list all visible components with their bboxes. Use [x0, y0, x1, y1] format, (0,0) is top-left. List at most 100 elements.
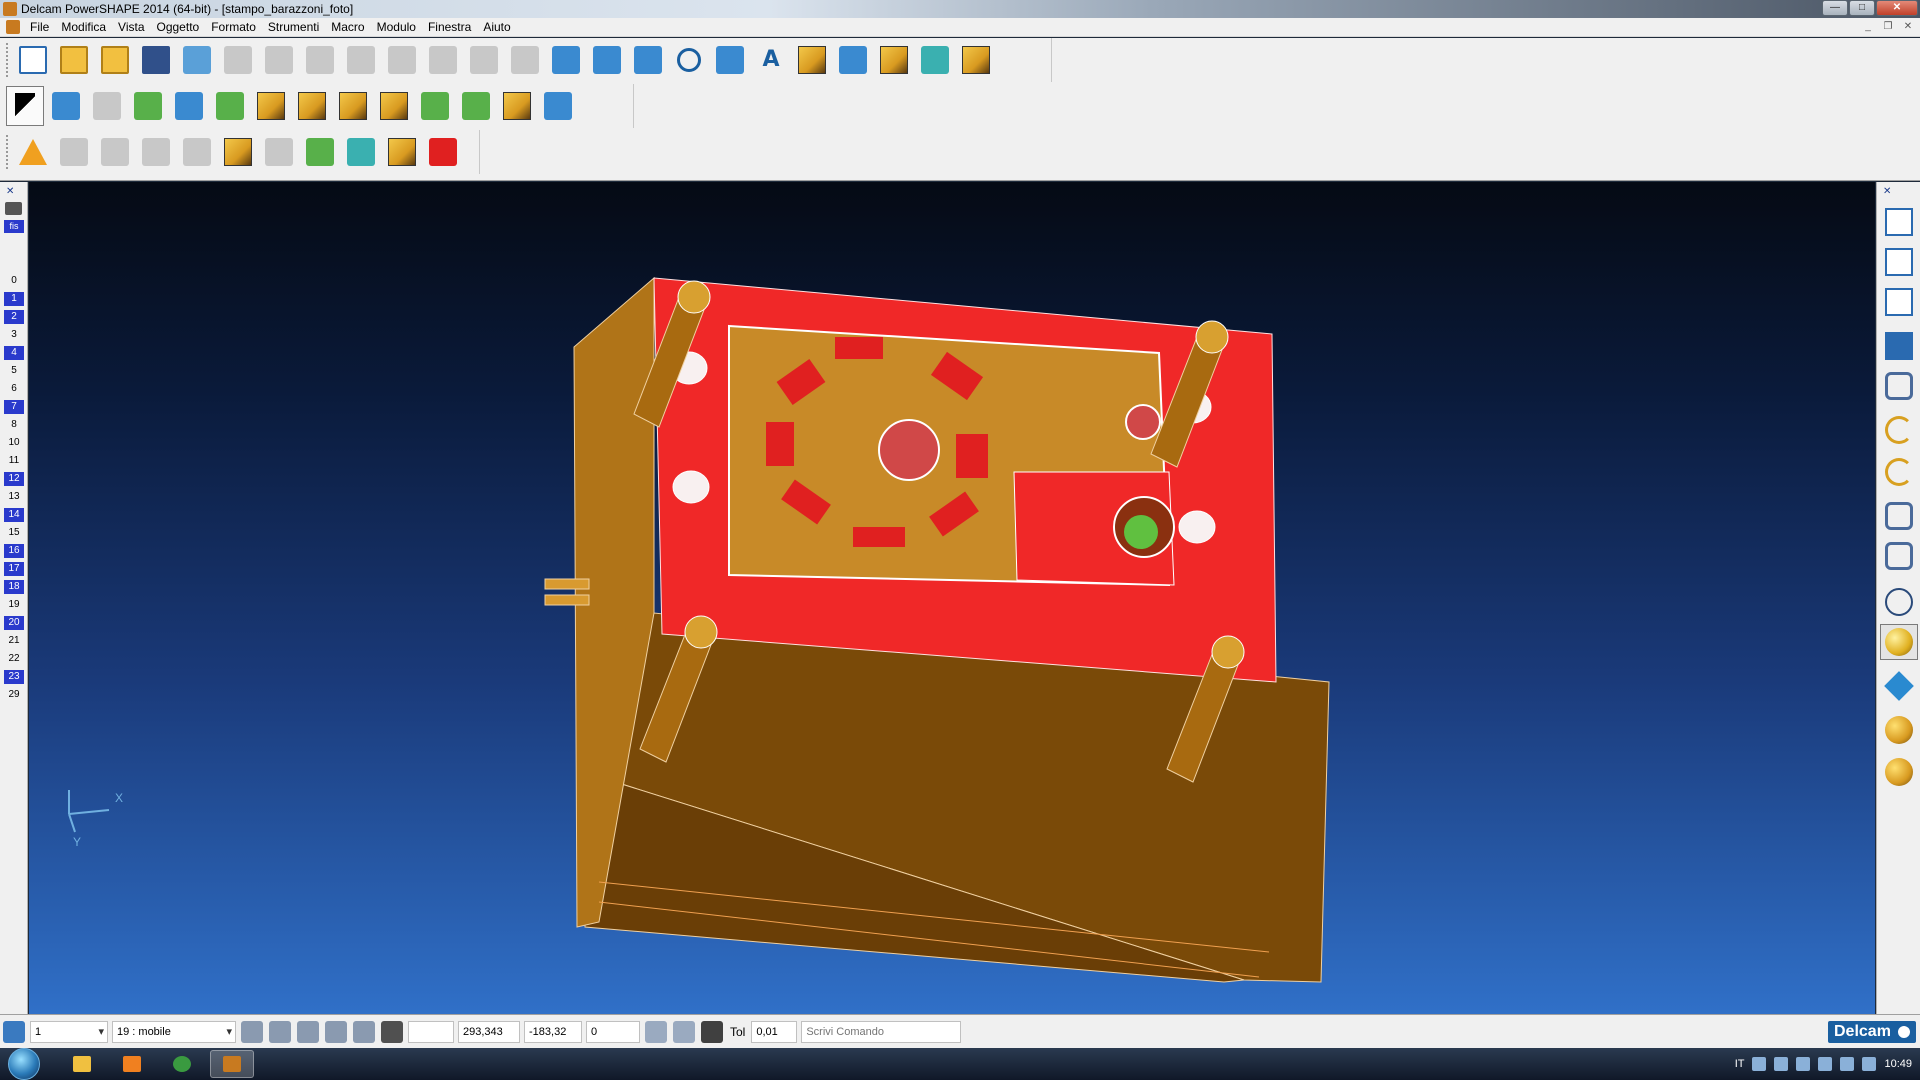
tool1-button[interactable]	[55, 132, 93, 172]
text-button[interactable]: A	[752, 40, 790, 80]
copy-button[interactable]	[260, 40, 298, 80]
wireframe-button[interactable]	[547, 40, 585, 80]
position-icon[interactable]	[673, 1020, 695, 1043]
tool8-button[interactable]	[342, 132, 380, 172]
layer-props-icon[interactable]	[325, 1020, 347, 1043]
layer-item[interactable]: 3	[3, 328, 25, 346]
layer-item[interactable]: 22	[3, 652, 25, 670]
skype-icon[interactable]	[1796, 1057, 1811, 1071]
warning-button[interactable]	[14, 132, 52, 172]
viewbar-close-icon[interactable]: ✕	[1883, 186, 1891, 197]
wireframe-view-button[interactable]	[1880, 584, 1918, 620]
open-button[interactable]	[55, 40, 93, 80]
layer-item[interactable]: 4	[3, 346, 25, 364]
tolerance-icon[interactable]	[701, 1020, 723, 1043]
clock[interactable]: 10:49	[1884, 1058, 1912, 1070]
task-media[interactable]	[110, 1050, 154, 1078]
task-explorer[interactable]	[60, 1050, 104, 1078]
solid3-button[interactable]	[334, 86, 372, 126]
layer-item[interactable]: 15	[3, 526, 25, 544]
layer-tool-icon[interactable]	[5, 202, 22, 215]
view-iso2-button[interactable]	[1880, 244, 1918, 280]
coord-x-field[interactable]: 293,343	[458, 1020, 520, 1043]
layer-item[interactable]: 16	[3, 544, 25, 562]
layer-lock-icon[interactable]	[269, 1020, 291, 1043]
flag-icon[interactable]	[1818, 1057, 1833, 1071]
view-rotate-button[interactable]	[1880, 454, 1918, 490]
coord-y-field[interactable]: -183,32	[524, 1020, 582, 1043]
draw-button[interactable]	[506, 40, 544, 80]
feature-button[interactable]	[875, 40, 913, 80]
solid4-button[interactable]	[375, 86, 413, 126]
tool5-button[interactable]	[219, 132, 257, 172]
layer-item[interactable]: 5	[3, 364, 25, 382]
dimension-button[interactable]	[129, 86, 167, 126]
shaded-view-button[interactable]	[1880, 624, 1918, 660]
level-select[interactable]: 19 : mobile	[112, 1020, 236, 1043]
doc-restore-button[interactable]: ❐	[1880, 20, 1896, 34]
layer-item[interactable]: 21	[3, 634, 25, 652]
import-button[interactable]	[96, 40, 134, 80]
layer-item[interactable]: 2	[3, 310, 25, 328]
tool3-button[interactable]	[137, 132, 175, 172]
solid2-button[interactable]	[293, 86, 331, 126]
solid-button[interactable]	[834, 40, 872, 80]
layer-item[interactable]: 12	[3, 472, 25, 490]
delete-button[interactable]	[383, 40, 421, 80]
layerbar-close-icon[interactable]: ✕	[6, 186, 14, 197]
settings-button[interactable]	[916, 40, 954, 80]
new-button[interactable]	[14, 40, 52, 80]
volume-icon[interactable]	[1862, 1057, 1877, 1071]
tool4-button[interactable]	[178, 132, 216, 172]
view-shaded-button[interactable]	[1880, 328, 1918, 364]
zoom-box-button[interactable]	[1880, 538, 1918, 574]
zoom-fit-button[interactable]	[1880, 498, 1918, 534]
layer-item[interactable]: 1	[3, 292, 25, 310]
view-iso1-button[interactable]	[1880, 204, 1918, 240]
menu-macro[interactable]: Macro	[325, 20, 370, 34]
layer-item[interactable]: 6	[3, 382, 25, 400]
toolbar-grip-2[interactable]	[6, 135, 10, 169]
sphere-button[interactable]	[498, 86, 536, 126]
magic-button[interactable]	[957, 40, 995, 80]
save-button[interactable]	[137, 40, 175, 80]
pyramid-button[interactable]	[539, 86, 577, 126]
layer-item[interactable]: 29	[3, 688, 25, 706]
workplane-icon[interactable]	[3, 1020, 25, 1043]
tool6-button[interactable]	[260, 132, 298, 172]
pan-button[interactable]	[47, 86, 85, 126]
view-iso3-button[interactable]	[1880, 284, 1918, 320]
doc-close-button[interactable]: ✕	[1900, 20, 1916, 34]
layer-item[interactable]: 17	[3, 562, 25, 580]
layer-select-icon[interactable]	[297, 1020, 319, 1043]
layer-item[interactable]: 8	[3, 418, 25, 436]
menu-strumenti[interactable]: Strumenti	[262, 20, 325, 34]
edit-button[interactable]	[342, 40, 380, 80]
layer-item[interactable]: 7	[3, 400, 25, 418]
3d-viewport[interactable]: X Y	[29, 182, 1875, 1014]
light-button[interactable]	[1880, 754, 1918, 790]
snap-icon[interactable]	[353, 1020, 375, 1043]
tool7-button[interactable]	[301, 132, 339, 172]
close-button[interactable]: ✕	[1876, 0, 1918, 16]
surface-button[interactable]	[793, 40, 831, 80]
medical-button[interactable]	[424, 132, 462, 172]
rotate-button[interactable]	[211, 86, 249, 126]
workplane-button[interactable]	[588, 40, 626, 80]
circle-button[interactable]	[670, 40, 708, 80]
paste-button[interactable]	[301, 40, 339, 80]
layer-item[interactable]: 13	[3, 490, 25, 508]
command-input[interactable]	[801, 1020, 962, 1043]
menu-modifica[interactable]: Modifica	[55, 20, 112, 34]
network-icon[interactable]	[1840, 1057, 1855, 1071]
document-icon[interactable]	[6, 20, 20, 34]
view-undo-button[interactable]	[1880, 412, 1918, 448]
material-button[interactable]	[1880, 712, 1918, 748]
grid-button[interactable]	[457, 86, 495, 126]
language-indicator[interactable]: IT	[1735, 1058, 1745, 1070]
view-plane-button[interactable]	[1880, 668, 1918, 704]
menu-aiuto[interactable]: Aiuto	[477, 20, 516, 34]
calculator-icon[interactable]	[645, 1020, 667, 1043]
undo-button[interactable]	[424, 40, 462, 80]
tray-arrow-icon[interactable]	[1774, 1057, 1789, 1071]
